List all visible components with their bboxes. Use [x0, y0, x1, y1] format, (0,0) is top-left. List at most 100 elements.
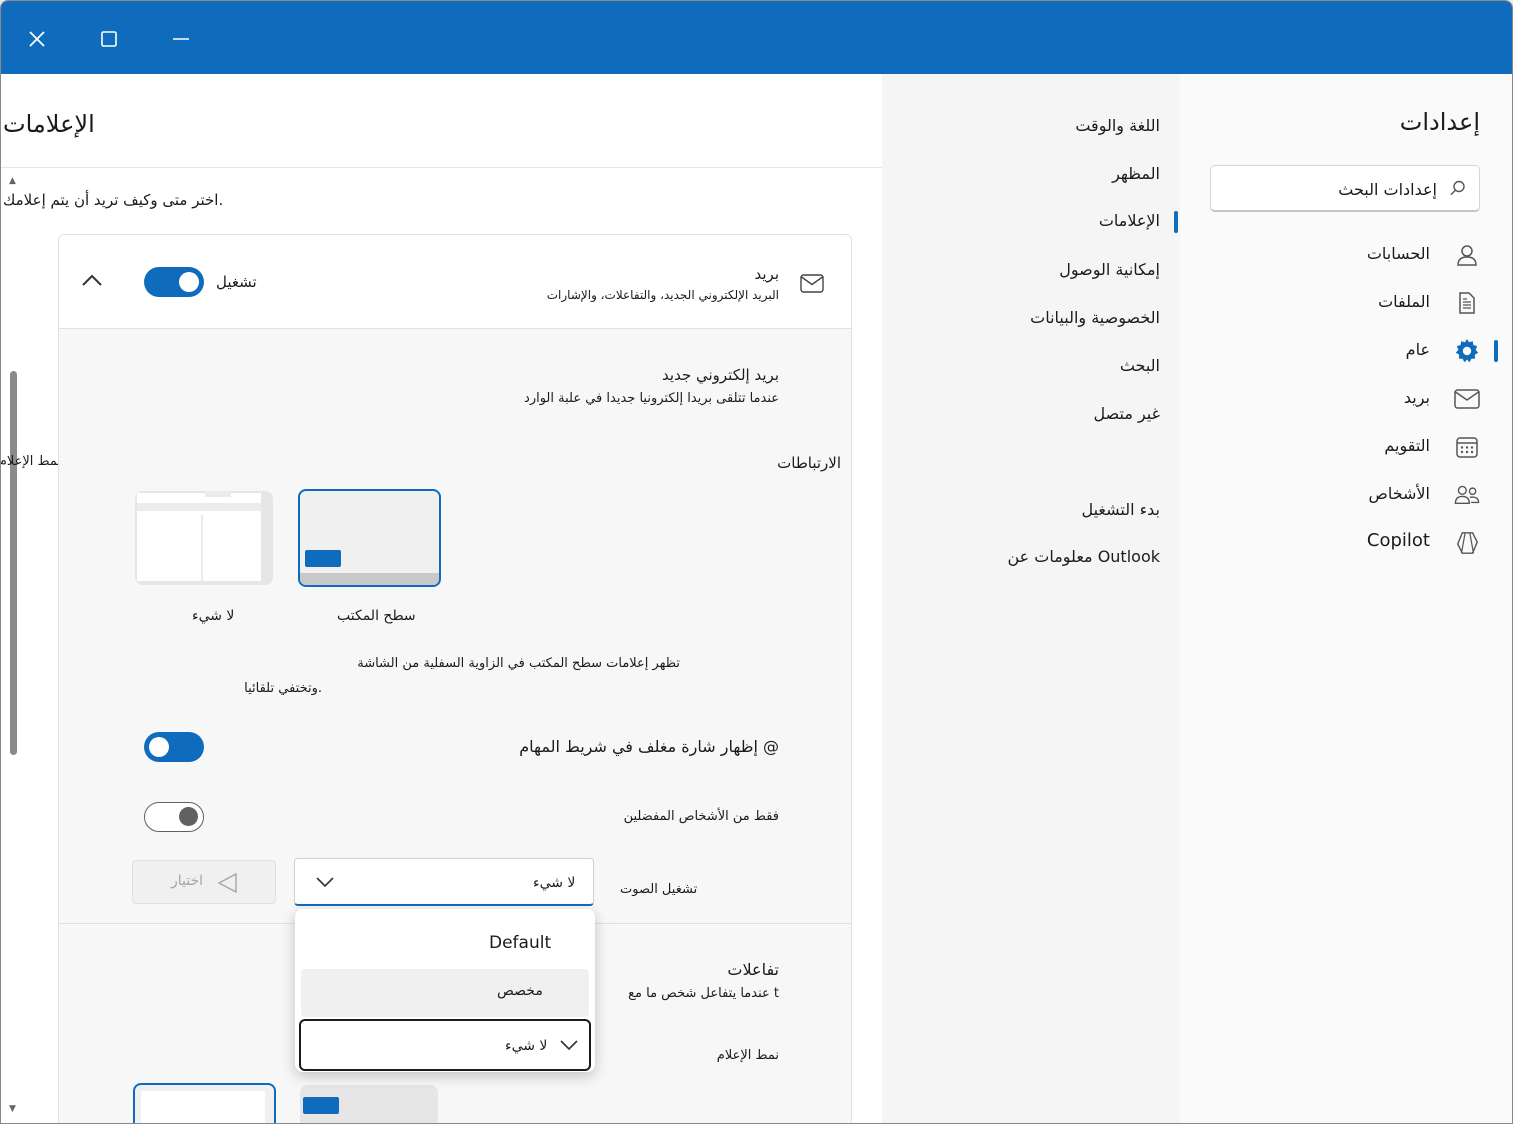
divider: [1, 167, 882, 168]
nav-item-accounts[interactable]: الحسابات: [1180, 232, 1512, 278]
subnav-item-startup[interactable]: بدء التشغيل: [890, 490, 1160, 534]
nav-item-copilot[interactable]: Copilot: [1180, 520, 1512, 566]
subnav-item-label: معلومات عن Outlook: [1007, 547, 1160, 566]
reactions-description: عندما يتفاعل شخص ما مع t: [628, 986, 779, 1001]
nav-item-files[interactable]: الملفات: [1180, 280, 1512, 326]
reactions-style-label: نمط الإعلام: [716, 1048, 779, 1063]
nav-item-people[interactable]: الأشخاص: [1180, 472, 1512, 518]
subnav-item-accessibility[interactable]: إمكانية الوصول: [890, 250, 1160, 294]
subnav-item-label: الإعلامات: [1098, 211, 1160, 230]
new-mail-description: عندما تتلقى بريدا إلكترونيا جديدا في علب…: [524, 391, 779, 406]
gear-icon: [1454, 338, 1480, 364]
links-label: الارتباطات: [777, 454, 841, 472]
selection-indicator: [1494, 340, 1498, 362]
nav-item-calendar[interactable]: التقويم: [1180, 424, 1512, 470]
dropdown-option-default[interactable]: Default: [301, 919, 589, 967]
mail-card-title: بريد: [754, 265, 780, 283]
calendar-icon: [1454, 434, 1480, 460]
selection-indicator: [1174, 211, 1178, 233]
subnav-item-notifications[interactable]: الإعلامات: [890, 201, 1178, 245]
subnav-item-label: غير متصل: [1093, 404, 1161, 423]
subnav-item-appearance[interactable]: المظهر: [890, 154, 1160, 198]
taskbar-preview: [300, 573, 439, 585]
sound-dropdown-menu: Default مخصص لا شيء: [295, 909, 595, 1072]
maximize-button[interactable]: [89, 19, 129, 59]
mail-icon: [800, 274, 824, 293]
vertical-scrollbar[interactable]: [10, 371, 17, 755]
scroll-down-arrow-icon[interactable]: ▼: [9, 1104, 16, 1114]
dropdown-current-value[interactable]: لا شيء: [299, 1019, 591, 1071]
search-icon: [1450, 180, 1465, 196]
subnav-item-about[interactable]: معلومات عن Outlook: [890, 537, 1160, 581]
nav-item-label: الملفات: [1378, 292, 1430, 311]
dropdown-option-label: مخصص: [497, 983, 543, 999]
choose-sound-button[interactable]: اختيار: [132, 860, 276, 904]
maximize-icon: [101, 31, 117, 47]
desktop-style-description-2: وتختفي تلقائيا.: [244, 681, 322, 696]
sound-select-value: لا شيء: [533, 875, 576, 891]
taskbar-badge-toggle[interactable]: [144, 732, 204, 762]
general-subnav: اللغة والوقت المظهر الإعلامات إمكانية ال…: [880, 74, 1180, 1123]
chevron-up-icon[interactable]: [81, 273, 103, 287]
mail-card-header[interactable]: بريد البريد الإلكتروني الجديد، والتفاعلا…: [59, 235, 851, 329]
style-none-option[interactable]: [135, 491, 273, 585]
nav-item-label: الأشخاص: [1368, 484, 1430, 503]
mail-card-subtitle: البريد الإلكتروني الجديد، والتفاعلات، وا…: [546, 288, 779, 302]
toast-preview: [305, 550, 341, 567]
reactions-style-desktop-option[interactable]: [300, 1085, 438, 1123]
dropdown-option-label: Default: [489, 933, 552, 953]
sound-select[interactable]: لا شيء: [294, 858, 594, 906]
clipped-label: نمط الإعلام: [1, 454, 61, 469]
play-icon: [217, 872, 237, 894]
desktop-style-description: تظهر إعلامات سطح المكتب في الزاوية السفل…: [357, 656, 680, 671]
play-sound-label: تشغيل الصوت: [620, 882, 698, 897]
subnav-item-offline[interactable]: غير متصل: [890, 394, 1161, 438]
dropdown-current-value-label: لا شيء: [505, 1038, 548, 1054]
choose-sound-label: اختيار: [171, 873, 204, 889]
page-title: الإعلامات: [3, 110, 95, 138]
settings-nav: إعدادات الحسابات الملفات عام بريد التقوي…: [1180, 74, 1512, 1123]
minimize-button[interactable]: [161, 19, 201, 59]
minimize-icon: [173, 38, 189, 40]
subnav-item-privacy[interactable]: الخصوصية والبيانات: [890, 298, 1160, 342]
people-icon: [1454, 482, 1480, 508]
toggle-state-label: تشغيل: [216, 273, 257, 291]
nav-item-general[interactable]: عام: [1180, 328, 1512, 374]
favorites-only-toggle[interactable]: [144, 802, 204, 832]
reactions-style-none-option[interactable]: [133, 1083, 276, 1123]
settings-window: إعدادات الحسابات الملفات عام بريد التقوي…: [0, 0, 1513, 1124]
nav-item-label: الحسابات: [1366, 244, 1430, 263]
style-desktop-option[interactable]: [298, 489, 441, 587]
new-mail-title: بريد إلكتروني جديد: [662, 366, 779, 384]
notifications-page: الإعلامات اختر متى وكيف تريد أن يتم إعلا…: [1, 74, 882, 1123]
close-icon: [29, 31, 45, 47]
mail-icon: [1454, 386, 1480, 412]
scroll-up-arrow-icon[interactable]: ▲: [9, 176, 16, 186]
mail-notifications-toggle[interactable]: [144, 267, 204, 297]
subnav-item-label: اللغة والوقت: [1075, 116, 1160, 135]
title-bar: [1, 1, 1512, 74]
subnav-item-search[interactable]: البحث: [890, 346, 1160, 390]
close-button[interactable]: [17, 19, 57, 59]
page-description: اختر متى وكيف تريد أن يتم إعلامك.: [3, 191, 224, 209]
dropdown-option-custom[interactable]: مخصص: [301, 969, 589, 1017]
search-input[interactable]: [1227, 176, 1437, 202]
person-icon: [1454, 242, 1480, 268]
nav-item-label: بريد: [1403, 388, 1430, 407]
chevron-down-icon: [560, 1040, 578, 1051]
favorites-only-label: فقط من الأشخاص المفضلين: [623, 809, 779, 824]
taskbar-badge-label: إظهار شارة مغلف في شريط المهام @: [519, 737, 779, 756]
subnav-item-label: بدء التشغيل: [1081, 500, 1160, 519]
nav-item-label: عام: [1405, 340, 1430, 359]
style-desktop-label: سطح المكتب: [337, 608, 416, 624]
reactions-title: تفاعلات: [727, 960, 779, 979]
subnav-item-label: المظهر: [1112, 164, 1160, 183]
subnav-item-language-time[interactable]: اللغة والوقت: [890, 106, 1160, 150]
search-box[interactable]: [1210, 165, 1480, 212]
nav-item-label: Copilot: [1366, 530, 1430, 551]
subnav-item-label: إمكانية الوصول: [1059, 260, 1160, 279]
style-none-label: لا شيء: [192, 608, 235, 624]
settings-title: إعدادات: [1399, 108, 1480, 136]
nav-item-mail[interactable]: بريد: [1180, 376, 1512, 422]
chevron-down-icon: [316, 877, 334, 888]
